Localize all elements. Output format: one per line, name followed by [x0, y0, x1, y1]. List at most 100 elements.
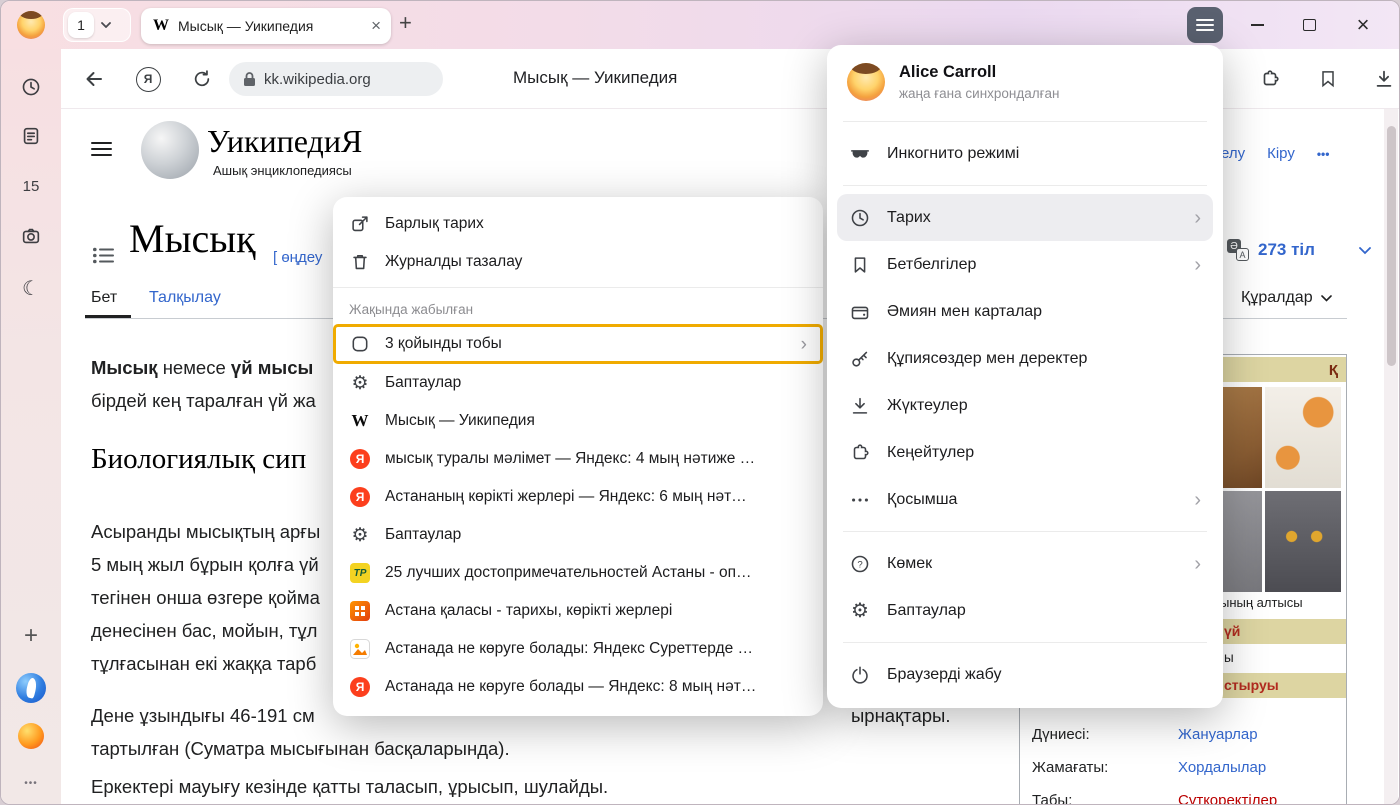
band-text-partial[interactable]: үй — [1224, 623, 1240, 639]
feed-sidebar-button[interactable] — [11, 116, 51, 156]
maximize-icon — [1303, 19, 1316, 31]
language-button[interactable]: ӘA 273 тіл — [1227, 239, 1315, 261]
dark-mode-button[interactable]: ☾ — [11, 268, 51, 308]
history-item[interactable]: Я Астананың көрікті жерлері — Яндекс: 6 … — [333, 478, 823, 516]
history-item[interactable]: Астана қаласы - тарихы, көрікті жерлері — [333, 592, 823, 630]
history-item[interactable]: ⚙ Баптаулар — [333, 516, 823, 554]
wikipedia-icon: W — [349, 410, 371, 432]
back-button[interactable] — [77, 62, 111, 96]
app-ball-icon — [18, 723, 44, 749]
history-item-label: Баптаулар — [385, 374, 461, 392]
cat-photo[interactable] — [1265, 387, 1341, 488]
paragraph-line: тегінен онша өзгере қойма — [91, 587, 320, 609]
history-item[interactable]: Я Астанада не көруге болады — Яндекс: 8 … — [333, 668, 823, 706]
wikipedia-globe-logo[interactable] — [141, 121, 199, 179]
chevron-right-icon: › — [801, 335, 807, 354]
menu-item-label: Инкогнито режимі — [887, 145, 1019, 163]
minimize-button[interactable] — [1241, 9, 1273, 41]
wiki-tagline: Ашық энциклопедиясы — [213, 163, 352, 178]
menu-item-clear-history[interactable]: Журналды тазалау — [333, 243, 823, 281]
login-link[interactable]: Кіру — [1267, 145, 1295, 162]
browser-main-menu: Alice Carroll жаңа ғана синхрондалған Ин… — [827, 45, 1223, 708]
history-item[interactable]: Астанада не көруге болады: Яндекс Суретт… — [333, 630, 823, 668]
taxo-value-link[interactable]: Хордалылар — [1178, 759, 1266, 776]
incognito-mask-icon — [849, 143, 871, 165]
menu-item-tab-group-highlighted[interactable]: 3 қойынды тобы › — [333, 324, 823, 364]
menu-item-bookmarks[interactable]: Бетбелгілер › — [837, 241, 1213, 288]
history-item-label: Баптаулар — [385, 526, 461, 544]
wiki-menu-button[interactable] — [91, 141, 112, 162]
extensions-button[interactable] — [1253, 62, 1287, 96]
edit-link[interactable]: [ өңдеу — [273, 249, 322, 266]
history-item-label: Астананың көрікті жерлері — Яндекс: 6 мы… — [385, 488, 747, 506]
menu-item-label: 3 қойынды тобы — [385, 335, 502, 353]
menu-item-label: Әмиян мен карталар — [887, 303, 1042, 321]
tab-counter[interactable]: 1 — [63, 8, 131, 42]
gear-icon: ⚙ — [849, 600, 871, 622]
hamburger-icon — [91, 141, 112, 157]
menu-item-extensions[interactable]: Кеңейтулер — [837, 429, 1213, 476]
menu-item-more[interactable]: Қосымша › — [837, 476, 1213, 523]
wallet-icon — [849, 301, 871, 323]
history-sidebar-button[interactable] — [11, 67, 51, 107]
tools-dropdown[interactable]: Құралдар — [1241, 289, 1332, 307]
wiki-wordmark[interactable]: УикипедиЯ — [207, 123, 362, 160]
collage-caption-partial: ының алтысы — [1220, 595, 1303, 610]
sidebar-overflow-button[interactable]: ••• — [11, 763, 51, 803]
yandex-browser-button[interactable] — [11, 668, 51, 708]
menu-divider — [843, 642, 1207, 643]
svg-text:?: ? — [857, 559, 862, 570]
history-item[interactable]: ⚙ Баптаулар — [333, 364, 823, 402]
browser-window: 1 W Мысық — Уикипедия × + × 15 ☾ + — [0, 0, 1400, 805]
profile-avatar[interactable] — [17, 11, 45, 39]
close-button[interactable]: × — [1347, 9, 1379, 41]
taxo-label: Дүниесі: — [1032, 726, 1090, 743]
alice-app-button[interactable] — [11, 716, 51, 756]
new-tab-button[interactable]: + — [399, 10, 412, 36]
profile-row[interactable]: Alice Carroll жаңа ғана синхрондалған — [827, 53, 1223, 113]
clock-icon — [849, 207, 871, 229]
history-item[interactable]: Я мысық туралы мәлімет — Яндекс: 4 мың н… — [333, 440, 823, 478]
history-item-label: Мысық — Уикипедия — [385, 412, 535, 430]
menu-item-wallet[interactable]: Әмиян мен карталар — [837, 288, 1213, 335]
tab-talk[interactable]: Талқылау — [149, 289, 221, 307]
address-bar[interactable]: kk.wikipedia.org — [229, 62, 443, 96]
chevron-down-icon[interactable] — [1359, 247, 1371, 255]
images-icon — [349, 638, 371, 660]
contents-button[interactable] — [93, 247, 114, 269]
signup-link[interactable]: елу — [1221, 145, 1245, 162]
browser-menu-button[interactable] — [1187, 7, 1223, 43]
menu-item-label: Браузерді жабу — [887, 666, 1001, 684]
menu-item-settings[interactable]: ⚙ Баптаулар — [837, 587, 1213, 634]
yandex-search-button[interactable]: Я — [131, 62, 165, 96]
notes-icon — [20, 125, 42, 147]
account-more-button[interactable]: ••• — [1317, 147, 1330, 161]
history-item[interactable]: ТР 25 лучших достопримечательностей Аста… — [333, 554, 823, 592]
taxo-value-link[interactable]: Жануарлар — [1178, 726, 1258, 743]
history-item-label: Астанада не көруге болады: Яндекс Суретт… — [385, 640, 753, 658]
tab-close-icon[interactable]: × — [371, 16, 381, 36]
cat-photo[interactable] — [1265, 491, 1341, 592]
taxo-value-link[interactable]: Сүтқоректілер — [1178, 792, 1277, 805]
tab-wikipedia[interactable]: W Мысық — Уикипедия × — [141, 8, 391, 44]
downloads-button[interactable] — [1367, 62, 1400, 96]
menu-item-history[interactable]: Тарих › — [837, 194, 1213, 241]
paragraph-line: 5 мың жыл бұрын қолға үй — [91, 554, 319, 576]
collections-button[interactable] — [1311, 62, 1345, 96]
menu-item-label: Құпиясөздер мен деректер — [887, 350, 1087, 368]
tab-article[interactable]: Бет — [91, 289, 117, 307]
puzzle-icon — [1259, 68, 1281, 90]
sidebar-add-button[interactable]: + — [11, 616, 51, 656]
calendar-badge[interactable]: 15 — [11, 166, 51, 206]
menu-item-downloads[interactable]: Жүктеулер — [837, 382, 1213, 429]
menu-item-passwords[interactable]: Құпиясөздер мен деректер — [837, 335, 1213, 382]
history-item[interactable]: W Мысық — Уикипедия — [333, 402, 823, 440]
menu-item-incognito[interactable]: Инкогнито режимі — [837, 130, 1213, 177]
maximize-button[interactable] — [1293, 9, 1325, 41]
menu-item-help[interactable]: ? Көмек › — [837, 540, 1213, 587]
menu-item-all-history[interactable]: Барлық тарих — [333, 205, 823, 243]
menu-item-quit[interactable]: Браузерді жабу — [837, 651, 1213, 698]
refresh-button[interactable] — [185, 62, 219, 96]
screenshot-sidebar-button[interactable] — [11, 216, 51, 256]
scrollbar-thumb[interactable] — [1387, 126, 1396, 366]
